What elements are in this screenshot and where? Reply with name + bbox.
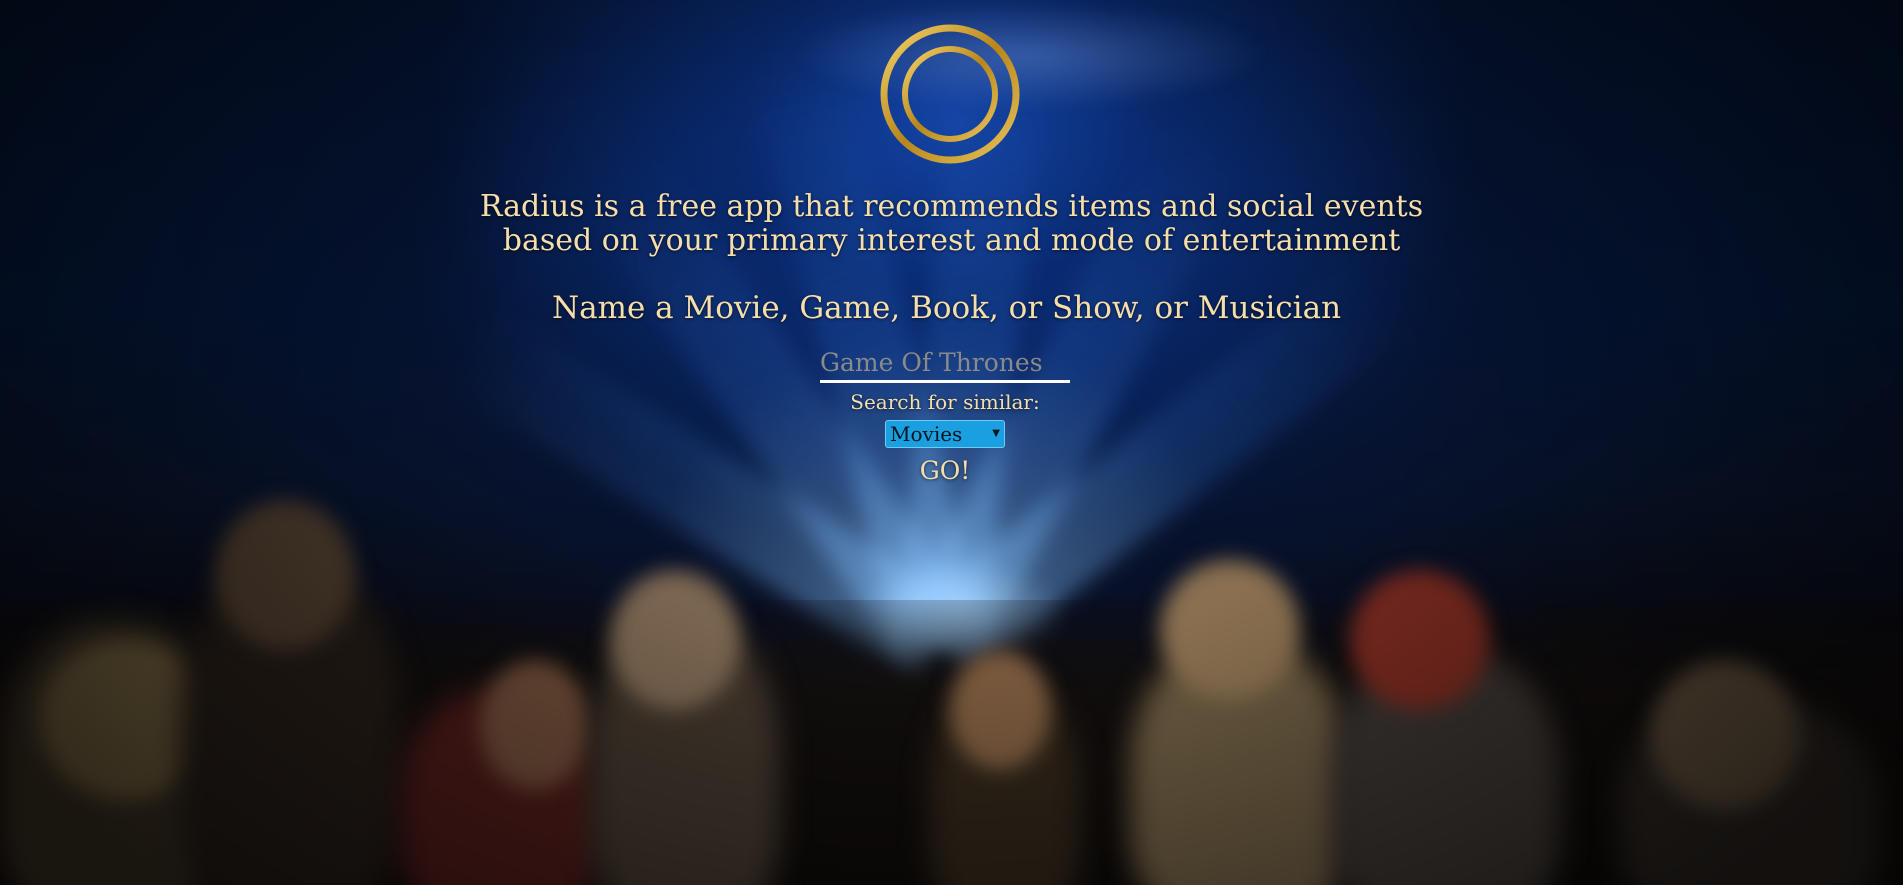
- radius-logo-icon: [880, 24, 1020, 164]
- tagline: Radius is a free app that recommends ite…: [400, 190, 1503, 258]
- search-category-label: Search for similar:: [850, 390, 1040, 414]
- category-select[interactable]: Movies ▼: [885, 420, 1005, 448]
- tagline-line-1: Radius is a free app that recommends ite…: [479, 189, 1424, 224]
- dropdown-arrow-icon: ▼: [992, 428, 1000, 439]
- tagline-line-2: based on your primary interest and mode …: [502, 223, 1401, 258]
- go-button[interactable]: GO!: [900, 455, 990, 487]
- category-select-value: Movies: [890, 422, 963, 446]
- search-input[interactable]: [820, 345, 1070, 383]
- search-prompt: Name a Movie, Game, Book, or Show, or Mu…: [551, 290, 1342, 326]
